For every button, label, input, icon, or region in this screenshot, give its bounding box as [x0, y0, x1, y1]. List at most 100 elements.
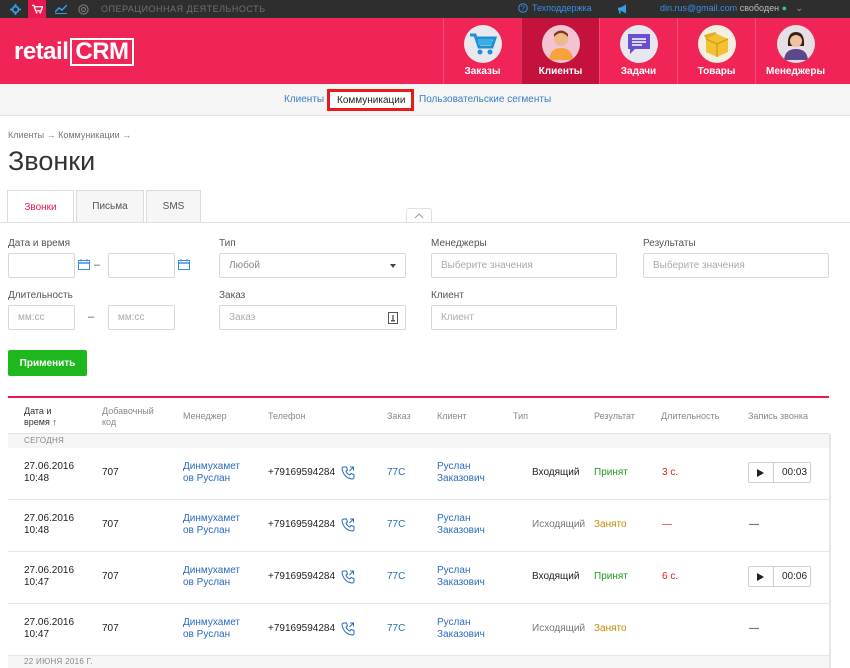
- row-result: Принят: [594, 467, 628, 478]
- nav-tasks[interactable]: Задачи: [599, 18, 677, 84]
- breadcrumb[interactable]: Клиенты → Коммуникации →: [8, 130, 131, 140]
- subnav-clients[interactable]: Клиенты: [284, 94, 324, 105]
- phone-call-icon[interactable]: [341, 622, 355, 636]
- phone-call-icon[interactable]: [341, 518, 355, 532]
- duration-to-field[interactable]: мм:сс: [108, 305, 175, 330]
- row-manager[interactable]: Динмухамет ов Руслан: [183, 461, 240, 485]
- main-header: retail CRM Заказы Клиенты Задачи Товары М…: [0, 18, 850, 84]
- nav-orders[interactable]: Заказы: [443, 18, 521, 84]
- nav-clients-label: Клиенты: [538, 66, 583, 77]
- date-range-dash: –: [94, 259, 101, 271]
- nav-products[interactable]: Товары: [677, 18, 755, 84]
- row-result: Занято: [594, 623, 627, 634]
- row-date: 27.06.2016 10:48: [24, 513, 75, 536]
- chevron-down-icon: [390, 264, 396, 268]
- col-ext[interactable]: Добавочный код: [102, 406, 154, 428]
- date-to-field[interactable]: [108, 253, 175, 278]
- collapse-filters-button[interactable]: [406, 208, 432, 222]
- col-order[interactable]: Заказ: [387, 411, 411, 422]
- subnav-communications[interactable]: Коммуникации: [327, 89, 414, 111]
- audio-player[interactable]: 00:03: [748, 462, 811, 483]
- results-select[interactable]: Выберите значения: [643, 253, 829, 278]
- row-order[interactable]: 77C: [387, 519, 405, 531]
- tab-letters[interactable]: Письма: [76, 190, 144, 222]
- results-placeholder: Выберите значения: [653, 260, 745, 271]
- subnav-segments[interactable]: Пользовательские сегменты: [419, 94, 551, 105]
- row-duration: —: [662, 519, 672, 530]
- row-client[interactable]: Руслан Заказович: [437, 513, 485, 537]
- megaphone-icon[interactable]: [614, 0, 632, 18]
- table-row[interactable]: 27.06.2016 10:48 707 Динмухамет ов Руслан …: [8, 448, 829, 500]
- play-icon[interactable]: [757, 468, 764, 477]
- chart-icon[interactable]: [52, 0, 70, 18]
- col-manager[interactable]: Менеджер: [183, 411, 227, 422]
- play-icon[interactable]: [757, 572, 764, 581]
- chat-icon: [619, 25, 658, 63]
- col-client[interactable]: Клиент: [437, 411, 467, 422]
- row-manager[interactable]: Динмухамет ов Руслан: [183, 565, 240, 589]
- tab-calls[interactable]: Звонки: [7, 190, 74, 223]
- nav-clients[interactable]: Клиенты: [521, 18, 599, 84]
- row-client[interactable]: Руслан Заказович: [437, 617, 485, 641]
- apply-button[interactable]: Применить: [8, 350, 87, 376]
- cart-icon[interactable]: [28, 0, 46, 18]
- row-phone: +79169594284: [268, 623, 336, 634]
- calendar-icon[interactable]: [178, 259, 190, 270]
- row-order[interactable]: 77C: [387, 623, 405, 635]
- row-phone: +79169594284: [268, 467, 336, 478]
- phone-call-icon[interactable]: [341, 570, 355, 584]
- row-order[interactable]: 77C: [387, 467, 405, 479]
- duration-from-field[interactable]: мм:сс: [8, 305, 75, 330]
- row-date: 27.06.2016 10:47: [24, 565, 75, 588]
- row-client[interactable]: Руслан Заказович: [437, 565, 485, 589]
- row-duration: 3 с.: [662, 467, 679, 478]
- col-record[interactable]: Запись звонка: [748, 411, 808, 422]
- table-row[interactable]: 27.06.2016 10:48 707 Динмухамет ов Руслан …: [8, 500, 829, 552]
- target-icon[interactable]: [74, 0, 92, 18]
- phone-call-icon[interactable]: [341, 466, 355, 480]
- user-status: свободен: [739, 3, 780, 13]
- row-ext: 707: [102, 623, 119, 634]
- results-label: Результаты: [643, 238, 696, 249]
- order-placeholder: Заказ: [229, 312, 256, 323]
- table-row[interactable]: 27.06.2016 10:47 707 Динмухамет ов Руслан …: [8, 552, 829, 604]
- managers-select[interactable]: Выберите значения: [431, 253, 617, 278]
- record-time: 00:03: [782, 467, 808, 478]
- date-from-field[interactable]: [8, 253, 75, 278]
- order-label: Заказ: [219, 290, 246, 301]
- user-menu[interactable]: din.rus@gmail.com свободен ● ⌄: [660, 3, 803, 14]
- tab-sms[interactable]: SMS: [146, 190, 201, 222]
- nav-products-label: Товары: [697, 66, 736, 77]
- document-icon[interactable]: [388, 312, 398, 324]
- group-header-today: СЕГОДНЯ: [8, 434, 829, 448]
- order-field[interactable]: Заказ: [219, 305, 406, 330]
- calendar-icon[interactable]: [78, 259, 90, 270]
- logo[interactable]: retail CRM: [14, 38, 134, 66]
- col-type[interactable]: Тип: [513, 411, 528, 422]
- gear-icon[interactable]: [6, 0, 24, 18]
- row-record: —: [749, 623, 759, 634]
- col-phone[interactable]: Телефон: [268, 411, 305, 422]
- row-client[interactable]: Руслан Заказович: [437, 461, 485, 485]
- col-duration[interactable]: Длительность: [661, 411, 719, 422]
- audio-player[interactable]: 00:06: [748, 566, 811, 587]
- type-select[interactable]: Любой: [219, 253, 406, 278]
- nav-managers[interactable]: Менеджеры: [755, 18, 835, 84]
- table-header: Дата и время ↑ Добавочный код Менеджер Т…: [8, 396, 829, 434]
- support-link[interactable]: ? Техподдержка: [518, 3, 592, 13]
- col-date-line1: Дата и: [24, 406, 52, 416]
- row-manager[interactable]: Динмухамет ов Руслан: [183, 513, 240, 537]
- sub-navigation: Клиенты Коммуникации Пользовательские се…: [0, 84, 850, 116]
- manager-icon: [776, 25, 815, 63]
- scrollbar[interactable]: [829, 434, 831, 668]
- col-date[interactable]: Дата и время ↑: [24, 406, 57, 428]
- svg-text:?: ?: [521, 6, 525, 13]
- client-field[interactable]: Клиент: [431, 305, 617, 330]
- row-ext: 707: [102, 467, 119, 478]
- row-result: Принят: [594, 571, 628, 582]
- row-manager[interactable]: Динмухамет ов Руслан: [183, 617, 240, 641]
- row-order[interactable]: 77C: [387, 571, 405, 583]
- table-row[interactable]: 27.06.2016 10:47 707 Динмухамет ов Руслан …: [8, 604, 829, 656]
- logo-text: retail: [14, 38, 69, 65]
- col-result[interactable]: Результат: [594, 411, 635, 422]
